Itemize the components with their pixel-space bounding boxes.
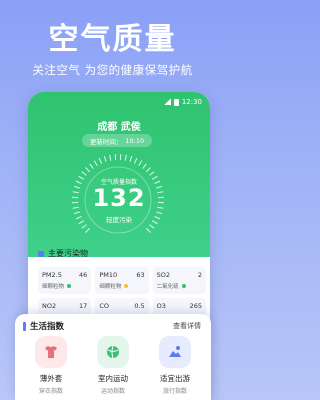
gauge-tick (145, 167, 151, 173)
pollutant-header: 主要污染物 (38, 248, 206, 259)
travel-icon (159, 336, 191, 368)
gauge-tick (133, 157, 138, 164)
life-index-item[interactable]: 室内运动 运动指数 (85, 336, 141, 395)
sport-icon (97, 336, 129, 368)
status-bar: 12:30 (163, 97, 202, 107)
status-time: 12:30 (181, 98, 202, 106)
gauge-tick (93, 160, 98, 167)
pollutant-name: NO2 (42, 302, 57, 310)
gauge-tick (124, 154, 127, 161)
pollutant-value: 17 (79, 302, 88, 310)
pollutant-title: 主要污染物 (48, 249, 88, 258)
level-dot-icon (181, 284, 186, 288)
gauge-tick (98, 157, 103, 164)
gauge-tick (109, 154, 112, 161)
gauge-tick (85, 227, 91, 233)
section-bar-icon (23, 321, 26, 331)
level-dot-icon (124, 284, 129, 288)
pollutant-card[interactable]: SO2 2 二氧化硫 (152, 267, 206, 294)
battery-icon (173, 98, 179, 106)
life-index-item[interactable]: 适宜出游 旅行指数 (147, 336, 203, 395)
life-index-panel: 生活指数 查看详情 薄外套 穿衣指数 室内运动 运动指数 适宜出游 旅行指数 (15, 314, 211, 400)
pollutant-value: 63 (136, 271, 145, 279)
pollutant-desc: 细颗粒物 (99, 284, 122, 290)
life-index-desc: 旅行指数 (162, 388, 187, 395)
gauge-tick (138, 160, 143, 167)
gauge-tick (89, 163, 94, 169)
update-time: 10:10 (125, 136, 145, 145)
life-index-desc: 穿衣指数 (38, 388, 63, 395)
pollutant-name: SO2 (156, 271, 171, 279)
update-time-pill: 更新时间： 10:10 (82, 134, 152, 147)
promo-subtitle: 关注空气 为您的健康保驾护航 (32, 63, 193, 77)
pollutant-value: 265 (189, 302, 202, 310)
promo-title: 空气质量 (48, 22, 177, 57)
life-index-name: 室内运动 (98, 374, 128, 383)
life-index-items: 薄外套 穿衣指数 室内运动 运动指数 适宜出游 旅行指数 (23, 336, 203, 395)
gauge-tick (149, 224, 155, 229)
gauge-tick (149, 171, 155, 176)
gauge-tick (145, 227, 151, 233)
pollutant-value: 46 (79, 271, 88, 279)
gauge-tick (85, 167, 91, 173)
pollutant-card[interactable]: PM2.5 46 细颗粒物 (38, 267, 92, 294)
pollutant-value: 2 (197, 271, 202, 279)
update-label: 更新时间： (89, 137, 123, 146)
aqi-level: 轻度污染 (106, 216, 132, 224)
gauge-tick (81, 224, 87, 229)
gauge-tick (103, 155, 107, 162)
life-index-name: 薄外套 (39, 374, 63, 383)
life-index-desc: 运动指数 (100, 388, 125, 395)
pollutant-icon (38, 250, 44, 257)
gauge-tick (81, 171, 87, 176)
pollutant-name: PM2.5 (42, 271, 62, 279)
pollutant-desc: 二氧化硫 (156, 284, 179, 290)
pollutant-value: 0.5 (134, 302, 145, 310)
life-index-item[interactable]: 薄外套 穿衣指数 (23, 336, 79, 395)
life-index-name: 适宜出游 (160, 374, 190, 383)
view-details-link[interactable]: 查看详情 (173, 321, 201, 331)
level-dot-icon (67, 284, 72, 288)
city-name[interactable]: 成都 武侯 (28, 118, 210, 133)
pollutant-name: CO (99, 302, 109, 310)
pollutant-name: PM10 (99, 271, 118, 279)
shirt-icon (35, 336, 67, 368)
pollutant-desc: 细颗粒物 (42, 284, 65, 290)
gauge-tick (142, 163, 147, 169)
aqi-value: 132 (92, 184, 146, 212)
pollutant-name: O3 (156, 302, 166, 310)
gauge-tick (129, 155, 133, 162)
pollutant-card[interactable]: PM10 63 细颗粒物 (95, 267, 149, 294)
life-index-header: 生活指数 (23, 320, 64, 332)
life-index-title: 生活指数 (30, 322, 65, 332)
signal-icon (163, 99, 171, 105)
